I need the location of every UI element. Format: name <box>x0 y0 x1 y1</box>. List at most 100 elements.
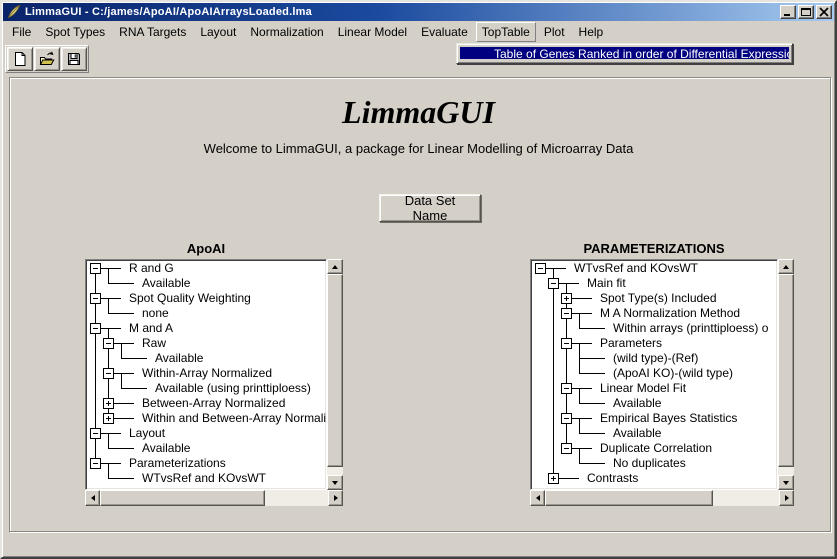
collapse-toggle-icon[interactable] <box>90 428 101 439</box>
tree-connector-line <box>121 358 147 359</box>
expand-toggle-icon[interactable] <box>103 413 114 424</box>
param-node-main-fit[interactable]: Main fit <box>587 276 626 291</box>
param-node-available[interactable]: Available <box>613 396 661 411</box>
apoai-treeview[interactable]: R and GAvailableSpot Quality Weightingno… <box>85 259 327 490</box>
title-bar[interactable]: LimmaGUI - C:/james/ApoAI/ApoAIArraysLoa… <box>3 3 834 21</box>
open-file-button[interactable] <box>34 47 60 71</box>
limmagui-window: LimmaGUI - C:/james/ApoAI/ApoAIArraysLoa… <box>0 0 837 559</box>
param-node-parameters[interactable]: Parameters <box>600 336 662 351</box>
menu-item-table-of-genes-ranked-in-order-of-differ[interactable]: Table of Genes Ranked in order of Differ… <box>460 47 789 59</box>
apoai-node-between-array-normalized[interactable]: Between-Array Normalized <box>142 396 285 411</box>
tree-connector-line <box>572 313 592 314</box>
app-title: LimmaGUI <box>2 94 835 131</box>
collapse-toggle-icon[interactable] <box>561 383 572 394</box>
menu-item-rna-targets[interactable]: RNA Targets <box>113 22 192 42</box>
param-node-apoai-ko-wild-type[interactable]: (ApoAI KO)-(wild type) <box>613 366 733 381</box>
param-node-wild-type-ref[interactable]: (wild type)-(Ref) <box>613 351 698 366</box>
param-node-m-a-normalization-method[interactable]: M A Normalization Method <box>600 306 740 321</box>
param-node-contrasts[interactable]: Contrasts <box>587 471 638 486</box>
apoai-node-available[interactable]: Available <box>155 351 203 366</box>
tree-connector-line <box>579 433 605 434</box>
collapse-toggle-icon[interactable] <box>90 263 101 274</box>
collapse-toggle-icon[interactable] <box>561 443 572 454</box>
menu-item-toptable[interactable]: TopTable <box>476 22 536 42</box>
expand-toggle-icon[interactable] <box>548 473 559 484</box>
scroll-right-button[interactable] <box>328 490 343 506</box>
expand-toggle-icon[interactable] <box>103 398 114 409</box>
tree-connector-line <box>101 463 121 464</box>
scroll-down-button[interactable] <box>327 475 343 490</box>
tree-connector-line <box>579 388 580 403</box>
collapse-toggle-icon[interactable] <box>535 263 546 274</box>
param-node-linear-model-fit[interactable]: Linear Model Fit <box>600 381 686 396</box>
collapse-toggle-icon[interactable] <box>90 323 101 334</box>
collapse-toggle-icon[interactable] <box>561 308 572 319</box>
menu-item-file[interactable]: File <box>6 22 37 42</box>
param-node-duplicate-correlation[interactable]: Duplicate Correlation <box>600 441 712 456</box>
parameterizations-treeview[interactable]: WTvsRef and KOvsWTMain fitSpot Type(s) I… <box>530 259 778 490</box>
menu-item-help[interactable]: Help <box>573 22 610 42</box>
menu-item-spot-types[interactable]: Spot Types <box>39 22 111 42</box>
scroll-left-button[interactable] <box>530 490 545 506</box>
vertical-scroll-thumb[interactable] <box>327 274 343 467</box>
apoai-node-m-and-a[interactable]: M and A <box>129 321 173 336</box>
param-node-empirical-bayes-statistics[interactable]: Empirical Bayes Statistics <box>600 411 737 426</box>
tree-connector-line <box>553 268 554 478</box>
arrow-left-icon <box>536 495 540 501</box>
minimize-button[interactable] <box>780 5 796 19</box>
apoai-node-spot-quality-weighting[interactable]: Spot Quality Weighting <box>129 291 251 306</box>
apoai-node-parameterizations[interactable]: Parameterizations <box>129 456 226 471</box>
menu-item-plot[interactable]: Plot <box>538 22 571 42</box>
apoai-node-available[interactable]: Available <box>142 276 190 291</box>
tree-connector-line <box>114 373 134 374</box>
menu-item-normalization[interactable]: Normalization <box>244 22 329 42</box>
new-file-button[interactable] <box>7 47 33 71</box>
apoai-node-none[interactable]: none <box>142 306 169 321</box>
collapse-toggle-icon[interactable] <box>90 458 101 469</box>
scroll-up-button[interactable] <box>327 259 343 274</box>
scroll-down-button[interactable] <box>778 475 794 490</box>
arrow-right-icon <box>334 495 338 501</box>
apoai-node-within-and-between-array-normalized[interactable]: Within and Between-Array Normalized <box>142 411 327 426</box>
window-title: LimmaGUI - C:/james/ApoAI/ApoAIArraysLoa… <box>25 6 312 18</box>
close-icon <box>818 7 830 17</box>
maximize-button[interactable] <box>798 5 814 19</box>
data-set-name-button[interactable]: Data Set Name <box>379 194 481 222</box>
scroll-right-button[interactable] <box>779 490 794 506</box>
tree-connector-line <box>546 268 566 269</box>
apoai-node-r-and-g[interactable]: R and G <box>129 261 174 276</box>
horizontal-scroll-thumb[interactable] <box>545 490 713 506</box>
apoai-node-within-array-normalized[interactable]: Within-Array Normalized <box>142 366 272 381</box>
parameterizations-vertical-scrollbar[interactable] <box>778 259 794 490</box>
apoai-vertical-scrollbar[interactable] <box>327 259 343 490</box>
apoai-node-raw[interactable]: Raw <box>142 336 166 351</box>
collapse-toggle-icon[interactable] <box>103 368 114 379</box>
apoai-node-available-using-printtiploess[interactable]: Available (using printtiploess) <box>155 381 311 396</box>
close-button[interactable] <box>816 5 832 19</box>
apoai-node-layout[interactable]: Layout <box>129 426 165 441</box>
param-node-spot-type-s-included[interactable]: Spot Type(s) Included <box>600 291 717 306</box>
scroll-up-button[interactable] <box>778 259 794 274</box>
menu-item-layout[interactable]: Layout <box>194 22 242 42</box>
apoai-node-available[interactable]: Available <box>142 441 190 456</box>
param-node-no-duplicates[interactable]: No duplicates <box>613 456 686 471</box>
menu-item-linear-model[interactable]: Linear Model <box>332 22 413 42</box>
param-node-available[interactable]: Available <box>613 426 661 441</box>
collapse-toggle-icon[interactable] <box>548 278 559 289</box>
collapse-toggle-icon[interactable] <box>561 413 572 424</box>
param-node-within-arrays-printtiploess-o[interactable]: Within arrays (printtiploess) o <box>613 321 768 336</box>
param-node-wtvsref-and-kovswt[interactable]: WTvsRef and KOvsWT <box>574 261 698 276</box>
horizontal-scroll-thumb[interactable] <box>100 490 265 506</box>
collapse-toggle-icon[interactable] <box>103 338 114 349</box>
scroll-left-button[interactable] <box>85 490 100 506</box>
expand-toggle-icon[interactable] <box>561 293 572 304</box>
collapse-toggle-icon[interactable] <box>90 293 101 304</box>
apoai-horizontal-scrollbar[interactable] <box>85 490 343 506</box>
collapse-toggle-icon[interactable] <box>561 338 572 349</box>
vertical-scroll-thumb[interactable] <box>778 274 794 467</box>
toolbar <box>5 45 89 73</box>
save-file-button[interactable] <box>61 47 87 71</box>
menu-item-evaluate[interactable]: Evaluate <box>415 22 474 42</box>
apoai-node-wtvsref-and-kovswt[interactable]: WTvsRef and KOvsWT <box>142 471 266 486</box>
parameterizations-horizontal-scrollbar[interactable] <box>530 490 794 506</box>
